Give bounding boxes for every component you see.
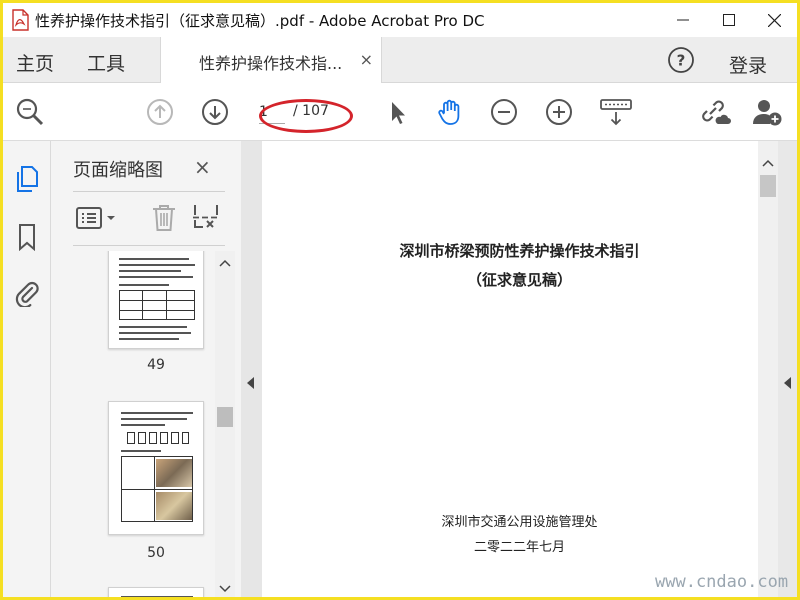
delete-page-icon[interactable]	[149, 203, 179, 233]
toolbar: / 107	[3, 83, 797, 141]
site-watermark: www.cndao.com	[655, 572, 789, 592]
thumbnail-page-number: 49	[147, 357, 165, 373]
zoom-in-icon[interactable]	[544, 97, 574, 127]
thumb-flow-box	[149, 432, 157, 444]
maximize-button[interactable]	[706, 3, 752, 37]
hand-tool-icon[interactable]	[435, 97, 465, 127]
page-down-icon[interactable]	[200, 97, 230, 127]
thumbnail-page-51[interactable]	[108, 587, 204, 597]
thumbnail-page-number: 50	[147, 545, 165, 561]
thumb-text-line	[119, 326, 187, 328]
thumb-photo	[156, 492, 192, 520]
thumb-flow-box	[160, 432, 168, 444]
thumb-table-rule	[120, 310, 194, 311]
thumb-text-line	[121, 596, 193, 597]
thumb-table-rule	[154, 457, 155, 521]
select-pointer-icon[interactable]	[383, 97, 413, 127]
thumb-text-line	[121, 418, 187, 420]
collapse-left-icon[interactable]	[247, 377, 255, 389]
thumb-flow-box	[182, 432, 189, 444]
thumbnail-page-50[interactable]	[108, 401, 204, 535]
scroll-up-icon[interactable]	[762, 159, 774, 167]
title-bar: 性养护操作技术指引（征求意见稿）.pdf - Adobe Acrobat Pro…	[3, 3, 797, 37]
thumb-text-line	[119, 332, 191, 334]
zoom-out-icon[interactable]	[489, 97, 519, 127]
thumb-table	[119, 290, 195, 320]
thumb-photo-table	[121, 456, 193, 522]
document-tab-label: 性养护操作技术指...	[199, 54, 343, 73]
zoom-search-icon[interactable]	[15, 97, 45, 127]
thumb-table-rule	[120, 300, 194, 301]
maximize-icon	[723, 14, 735, 26]
tab-home[interactable]: 主页	[16, 49, 54, 76]
panel-splitter[interactable]	[241, 141, 262, 597]
thumb-text-line	[119, 284, 169, 286]
close-icon	[767, 13, 781, 27]
thumb-text-line	[121, 424, 165, 426]
minimize-button[interactable]	[660, 3, 706, 37]
page-thumbnails-icon[interactable]	[13, 165, 41, 193]
thumb-text-line	[119, 264, 195, 266]
document-date: 二零二二年七月	[473, 540, 565, 555]
document-scrollbar[interactable]	[758, 141, 778, 597]
thumb-text-line	[119, 276, 193, 278]
tab-tools[interactable]: 工具	[87, 49, 125, 76]
thumb-text-line	[121, 412, 193, 414]
thumb-text-line	[121, 450, 161, 452]
panel-close-button[interactable]: ×	[194, 155, 211, 179]
panel-divider-2	[73, 245, 225, 246]
page-up-icon[interactable]	[145, 97, 175, 127]
scroll-thumb[interactable]	[760, 175, 776, 197]
scroll-thumb[interactable]	[217, 407, 233, 427]
login-button[interactable]: 登录	[729, 51, 767, 78]
thumb-text-line	[119, 258, 189, 260]
document-page: 深圳市桥梁预防性养护操作技术指引 （征求意见稿） 深圳市交通公用设施管理处 二零…	[262, 141, 777, 597]
thumbnail-scrollbar[interactable]	[215, 251, 235, 597]
thumb-text-line	[119, 270, 181, 272]
add-user-icon[interactable]	[751, 97, 785, 127]
document-tab-close-button[interactable]: ×	[360, 50, 373, 69]
pdf-file-icon	[12, 9, 29, 31]
thumbnail-options-icon[interactable]	[75, 203, 119, 233]
thumb-flow-box	[138, 432, 146, 444]
thumb-table-rule	[122, 489, 192, 490]
thumbnail-list: 49 50	[51, 251, 215, 597]
thumb-flow-box	[171, 432, 179, 444]
close-window-button[interactable]	[751, 3, 797, 37]
document-issuer: 深圳市交通公用设施管理处	[441, 515, 598, 530]
panel-title: 页面缩略图	[73, 160, 163, 181]
thumb-table-rule	[166, 291, 167, 319]
thumb-photo	[156, 459, 192, 487]
page-number-highlight-oval	[259, 99, 353, 133]
share-link-icon[interactable]	[698, 97, 732, 127]
left-rail	[3, 141, 51, 597]
expand-right-panel-icon[interactable]	[784, 377, 792, 389]
acrobat-window: 性养护操作技术指引（征求意见稿）.pdf - Adobe Acrobat Pro…	[3, 3, 797, 597]
thumb-table-rule	[142, 291, 143, 319]
panel-divider	[73, 191, 225, 192]
help-icon[interactable]: ?	[667, 46, 695, 74]
tab-bar: 主页 工具 性养护操作技术指... × ? 登录	[3, 37, 797, 83]
help-glyph: ?	[677, 52, 686, 70]
scroll-up-icon[interactable]	[219, 259, 231, 267]
scroll-down-icon[interactable]	[219, 585, 231, 593]
thumbnails-panel: 页面缩略图 × 49 50	[51, 141, 241, 597]
thumb-text-line	[119, 338, 179, 340]
tab-document[interactable]: 性养护操作技术指... ×	[160, 37, 382, 83]
thumbnail-page-49[interactable]	[108, 251, 204, 349]
keyboard-scroll-icon[interactable]	[599, 97, 633, 127]
thumb-flowchart	[127, 432, 189, 444]
minimize-icon	[677, 19, 689, 21]
document-title: 深圳市桥梁预防性养护操作技术指引	[399, 242, 640, 260]
attachments-icon[interactable]	[13, 279, 41, 307]
document-subtitle: （征求意见稿）	[466, 271, 572, 289]
crop-page-icon[interactable]	[191, 203, 221, 233]
window-title: 性养护操作技术指引（征求意见稿）.pdf - Adobe Acrobat Pro…	[35, 12, 485, 30]
bookmarks-icon[interactable]	[13, 223, 41, 251]
thumb-flow-box	[127, 432, 135, 444]
right-panel-strip[interactable]	[778, 141, 797, 597]
